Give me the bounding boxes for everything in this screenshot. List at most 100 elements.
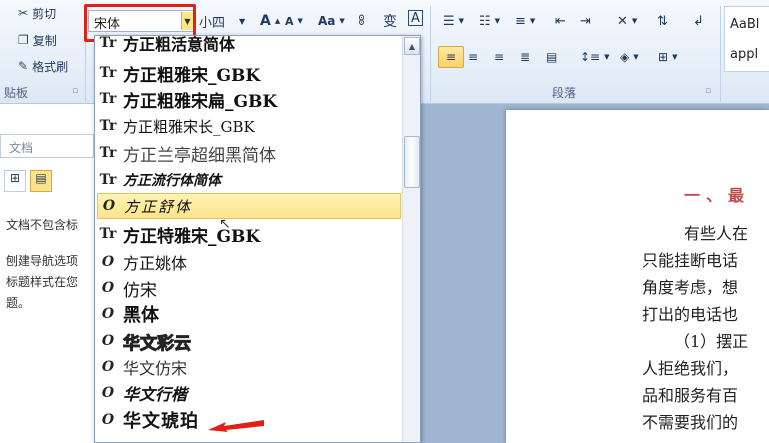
font-list-item-label: 方正舒体 <box>124 197 193 216</box>
bullets-button[interactable]: ☰ ▼ <box>443 10 464 32</box>
chevron-down-icon: ▼ <box>529 17 536 25</box>
align-center-button[interactable]: ≡ <box>468 46 478 68</box>
scrollbar-thumb[interactable] <box>404 136 420 188</box>
font-list-item[interactable]: O 华文仿宋 <box>97 354 401 380</box>
sort-button[interactable]: ⇅ <box>657 10 668 32</box>
font-list-item[interactable]: O 黑体 <box>97 301 401 327</box>
clipboard-launcher-icon[interactable]: ▫ <box>72 86 78 96</box>
increase-indent-button[interactable]: ⇥ <box>580 10 591 32</box>
change-case-button[interactable]: Aa ▼ <box>318 10 345 32</box>
font-list-item-label: 方正粗雅宋_GBK <box>123 65 261 86</box>
document-page[interactable]: 一、最 有些人在 只能挂断电话 角度考虑，想 打出的电话也 （1）摆正 人拒绝我… <box>506 110 769 443</box>
justify-button[interactable]: ≣ <box>520 46 530 68</box>
font-list-scrollbar[interactable]: ▲ <box>402 36 420 442</box>
align-right-button[interactable]: ≡ <box>494 46 504 68</box>
style-preview-normal[interactable]: AaBl <box>730 17 759 32</box>
nav-message-line: 刨建导航选项 <box>6 254 79 268</box>
shading-button[interactable]: ◈ ▼ <box>620 46 639 68</box>
copy-label: 复制 <box>32 33 57 48</box>
nav-message-line: 标题样式在您 <box>6 275 79 289</box>
increase-indent-icon: ⇥ <box>580 13 591 29</box>
format-painter-button[interactable]: ✎ 格式刷 <box>18 55 68 77</box>
numbered-list-icon: ☷ <box>479 13 491 29</box>
clipboard-group-label: 贴板 <box>4 86 29 100</box>
font-size-combobox[interactable]: 小四 ▼ <box>199 10 245 32</box>
font-list-item-label: 方正兰亭超细黑简体 <box>123 145 276 166</box>
nav-search-text: 文档 <box>9 141 34 155</box>
truetype-font-icon: Tr <box>99 65 117 81</box>
justify-icon: ≣ <box>520 50 531 64</box>
font-list-item[interactable]: Tr 方正粗活意简体 <box>97 36 401 56</box>
paint-bucket-icon: ◈ <box>620 50 630 64</box>
shrink-font-button[interactable]: A ▼ <box>285 10 303 32</box>
doc-line: 有些人在 <box>684 224 749 243</box>
pilcrow-icon: ↲ <box>693 13 704 29</box>
doc-line: 只能挂断电话 <box>642 251 739 270</box>
style-preview-second[interactable]: appl <box>730 47 758 62</box>
font-list-item-label: 华文彩云 <box>123 333 192 354</box>
shrink-font-label: A <box>285 14 294 28</box>
font-list-item-label: 方正粗雅宋长_GBK <box>123 117 255 136</box>
distributed-button[interactable]: ▤ <box>546 46 557 68</box>
font-list-item-label: 方正流行体简体 <box>123 173 221 189</box>
opentype-font-icon: O <box>101 254 115 270</box>
phonetic-guide-button[interactable]: 变 <box>383 10 397 32</box>
grow-font-button[interactable]: A ▲ <box>260 10 280 32</box>
caret-down-icon: ▼ <box>297 17 303 25</box>
font-list-item-label: 方正粗雅宋扁_GBK <box>123 91 278 112</box>
font-list-item-label: 华文琥珀 <box>123 411 199 432</box>
page-icon: ▤ <box>35 171 47 185</box>
align-left-button[interactable]: ≡ <box>438 46 464 68</box>
paragraph-launcher-icon[interactable]: ▫ <box>705 86 711 96</box>
font-list-item-label: 华文仿宋 <box>123 359 188 378</box>
decrease-indent-button[interactable]: ⇤ <box>555 10 566 32</box>
cut-label: 剪切 <box>32 6 57 21</box>
line-spacing-button[interactable]: ↕≡ ▼ <box>580 46 610 68</box>
font-list-item[interactable]: O 仿宋 <box>97 275 401 301</box>
truetype-font-icon: Tr <box>99 145 117 161</box>
copy-button[interactable]: ❐ 复制 <box>18 29 57 51</box>
styles-gallery[interactable]: AaBl appl <box>724 6 769 72</box>
font-list-item-selected[interactable]: O 方正舒体 <box>97 193 401 219</box>
nav-headings-tab[interactable]: ⊞ <box>4 170 26 192</box>
borders-button[interactable]: ⊞ ▼ <box>658 46 677 68</box>
font-list-item[interactable]: Tr 方正粗雅宋长_GBK <box>97 113 401 139</box>
clear-format-button[interactable]: ꗚ <box>358 10 365 32</box>
caret-up-icon: ▲ <box>274 17 281 25</box>
multilevel-list-button[interactable]: ≡ ▼ <box>515 10 535 32</box>
font-list-item[interactable]: Tr 方正流行体简体 <box>97 167 401 193</box>
doc-line: 角度考虑，想 <box>642 278 739 297</box>
font-list-item[interactable]: Tr 方正粗雅宋_GBK <box>97 60 401 86</box>
font-list-item[interactable]: Tr 方正兰亭超细黑简体 <box>97 140 401 166</box>
cut-button[interactable]: ✂ 剪切 <box>18 2 56 24</box>
font-dropdown-list[interactable]: Tr 方正粗活意简体 Tr 方正粗雅宋_GBK Tr 方正粗雅宋扁_GBK Tr… <box>94 35 421 443</box>
font-list-item[interactable]: Tr 方正特雅宋_GBK <box>97 221 401 247</box>
char-border-button[interactable]: A <box>408 10 423 26</box>
font-list-item[interactable]: Tr 方正粗雅宋扁_GBK <box>97 86 401 112</box>
sort-icon: ⇅ <box>657 13 668 29</box>
scroll-up-button[interactable]: ▲ <box>404 37 420 55</box>
doc-line: 打出的电话也 <box>642 305 739 324</box>
doc-line: 人拒绝我们， <box>642 359 739 378</box>
nav-pages-tab[interactable]: ▤ <box>30 170 52 192</box>
arrow-shape <box>208 420 264 432</box>
nav-search-input[interactable]: 文档 <box>0 134 94 158</box>
format-painter-label: 格式刷 <box>32 59 69 74</box>
borders-icon: ⊞ <box>658 50 669 64</box>
font-list-item[interactable]: O 华文彩云 <box>97 328 401 354</box>
paragraph-group-label: 段落 <box>552 86 577 100</box>
font-list-item[interactable]: O 华文行楷 <box>97 380 401 406</box>
font-list-item-label: 黑体 <box>123 305 159 326</box>
line-spacing-icon: ↕≡ <box>580 50 601 64</box>
triangle-up-icon: ▲ <box>408 41 416 51</box>
red-arrow-annotation <box>208 420 264 432</box>
numbering-button[interactable]: ☷ ▼ <box>479 10 500 32</box>
show-marks-button[interactable]: ↲ <box>693 10 704 32</box>
char-border-label: A <box>411 10 420 26</box>
grow-font-label: A <box>260 13 271 29</box>
chevron-down-icon: ▼ <box>633 53 639 61</box>
chinese-layout-button[interactable]: ✕ ▼ <box>617 10 637 32</box>
font-list-item[interactable]: O 方正姚体 <box>97 249 401 275</box>
chevron-down-icon: ▼ <box>458 17 465 25</box>
opentype-font-icon: O <box>101 412 115 428</box>
